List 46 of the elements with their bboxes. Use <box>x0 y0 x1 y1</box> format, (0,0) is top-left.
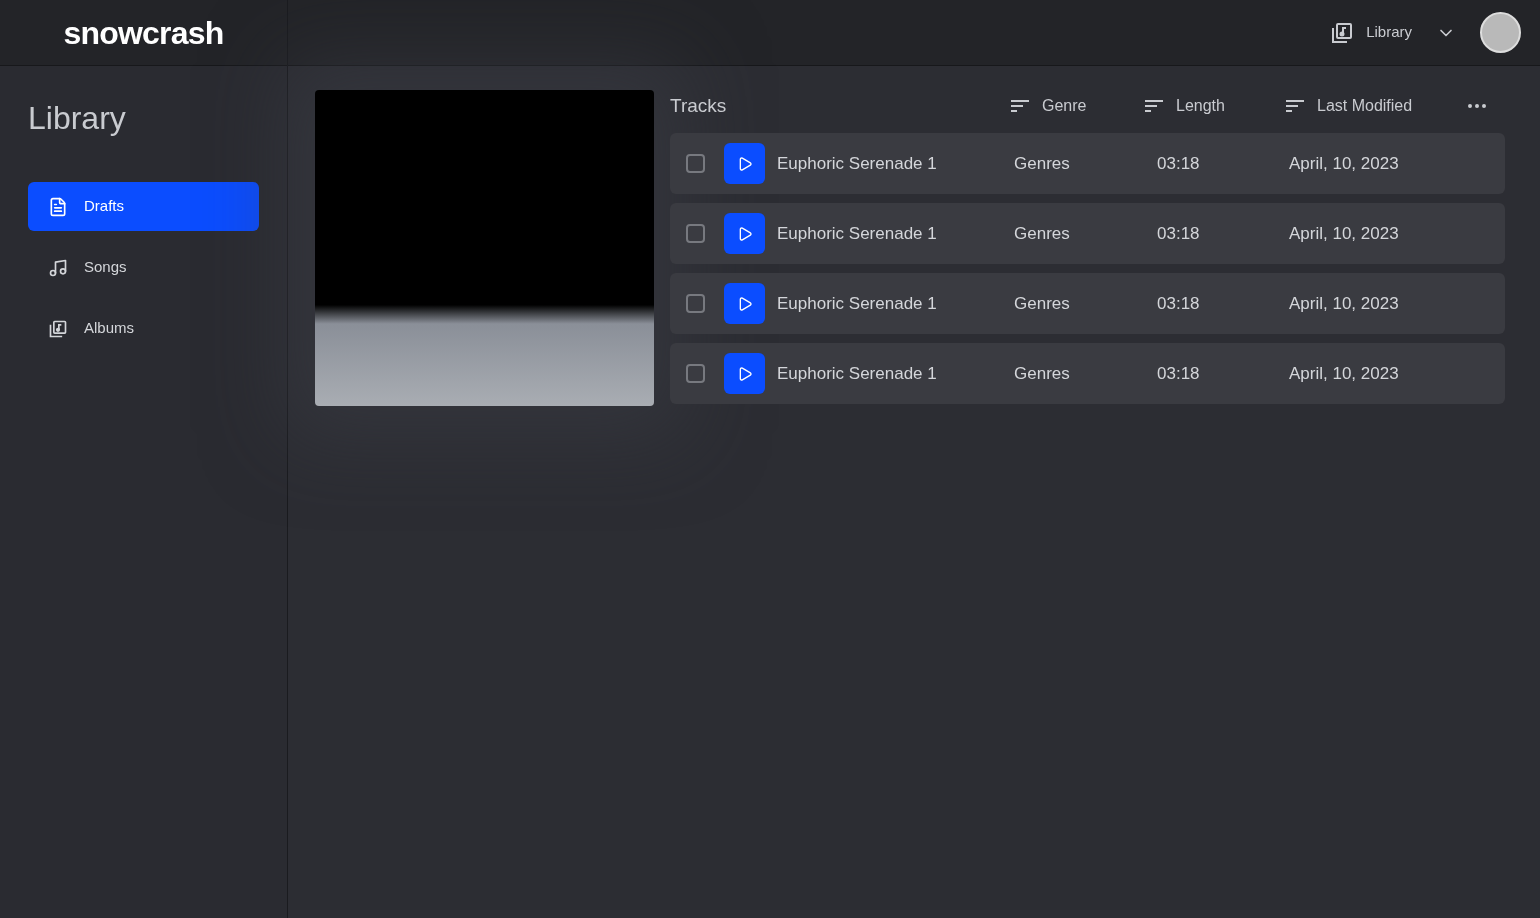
play-button[interactable] <box>724 143 765 184</box>
column-sort-header[interactable]: Last Modified <box>1285 94 1465 118</box>
avatar[interactable] <box>1480 12 1521 53</box>
sort-icon <box>1010 99 1030 113</box>
genre-cell-text: Genres <box>1014 292 1071 315</box>
checkbox[interactable] <box>686 364 705 383</box>
music-note-icon <box>48 257 68 278</box>
modified-cell-text: April, 10, 2023 <box>1289 222 1399 245</box>
logo: snowcrash <box>63 13 224 53</box>
track-name: Euphoric Serenade 1 <box>777 292 938 315</box>
album-stack-icon <box>1330 20 1355 45</box>
track-name: Euphoric Serenade 1 <box>777 222 938 245</box>
length-cell-text: 03:18 <box>1157 152 1201 175</box>
column-sort-header[interactable]: Genre <box>1010 94 1144 118</box>
modified-cell-text: April, 10, 2023 <box>1289 152 1399 175</box>
length-cell-text: 03:18 <box>1157 362 1201 385</box>
genre-cell-text: Genres <box>1014 222 1071 245</box>
sidebar-item[interactable]: Songs <box>28 243 259 292</box>
play-button[interactable] <box>724 283 765 324</box>
track-name: Euphoric Serenade 1 <box>777 152 938 175</box>
tracks-title: Tracks <box>670 93 728 118</box>
checkbox[interactable] <box>686 224 705 243</box>
sidebar-title: Library <box>28 99 127 138</box>
length-cell-text: 03:18 <box>1157 222 1201 245</box>
checkbox[interactable] <box>686 294 705 313</box>
checkbox[interactable] <box>686 154 705 173</box>
album-stack-icon <box>48 318 68 339</box>
track-name: Euphoric Serenade 1 <box>777 362 938 385</box>
track-row[interactable]: Euphoric Serenade 1 Genres 03:18 April, 10, 2023 <box>670 203 1505 264</box>
genre-cell-text: Genres <box>1014 152 1071 175</box>
sidebar-item[interactable]: Drafts <box>28 182 259 231</box>
track-row[interactable]: Euphoric Serenade 1 Genres 03:18 April, 10, 2023 <box>670 133 1505 194</box>
sidebar-item[interactable]: Albums <box>28 304 259 353</box>
column-sort-header[interactable]: Length <box>1144 94 1285 118</box>
track-row[interactable]: Euphoric Serenade 1 Genres 03:18 April, 10, 2023 <box>670 343 1505 404</box>
modified-cell-text: April, 10, 2023 <box>1289 292 1399 315</box>
library-dropdown[interactable]: Library <box>1330 20 1456 45</box>
sort-icon <box>1285 99 1305 113</box>
document-icon <box>48 196 68 217</box>
genre-cell-text: Genres <box>1014 362 1071 385</box>
sort-icon <box>1144 99 1164 113</box>
play-button[interactable] <box>724 353 765 394</box>
play-button[interactable] <box>724 213 765 254</box>
length-cell-text: 03:18 <box>1157 292 1201 315</box>
modified-cell-text: April, 10, 2023 <box>1289 362 1399 385</box>
track-row[interactable]: Euphoric Serenade 1 Genres 03:18 April, 10, 2023 <box>670 273 1505 334</box>
